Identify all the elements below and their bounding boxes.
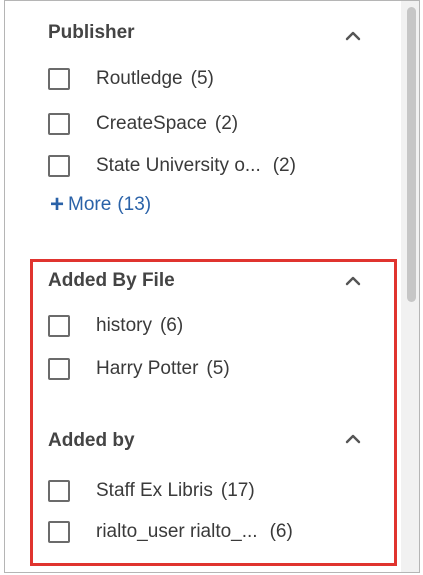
- option-label: Staff Ex Libris: [96, 480, 213, 501]
- option-count: (6): [159, 315, 184, 336]
- facet-option-history[interactable]: history (6): [48, 311, 183, 341]
- checkbox[interactable]: [48, 113, 70, 135]
- more-count: (13): [117, 194, 152, 215]
- facet-option-routledge[interactable]: Routledge (5): [48, 64, 214, 94]
- option-count: (5): [190, 68, 214, 89]
- option-count: (2): [214, 113, 239, 134]
- chevron-up-icon[interactable]: [344, 431, 362, 445]
- facet-option-rialto-user[interactable]: rialto_user rialto_... (6): [48, 517, 293, 547]
- more-publishers-link[interactable]: + More (13): [50, 191, 152, 218]
- chevron-up-icon[interactable]: [344, 273, 362, 287]
- option-count: (2): [272, 155, 296, 176]
- checkbox[interactable]: [48, 358, 70, 380]
- scrollbar[interactable]: [401, 1, 419, 572]
- checkbox[interactable]: [48, 480, 70, 502]
- option-label: State University o...: [96, 155, 261, 176]
- facet-sidebar: Publisher Routledge (5) CreateSpace (2) …: [4, 0, 420, 573]
- option-label: Routledge: [96, 68, 183, 89]
- option-count: (6): [269, 521, 293, 542]
- facet-title-added-by-file: Added By File: [48, 270, 175, 291]
- option-label: history: [96, 315, 152, 336]
- facet-title-publisher: Publisher: [48, 22, 135, 43]
- facet-title-added-by: Added by: [48, 430, 135, 451]
- option-label: Harry Potter: [96, 358, 199, 379]
- option-count: (17): [220, 480, 255, 501]
- option-count: (5): [206, 358, 230, 379]
- checkbox[interactable]: [48, 521, 70, 543]
- checkbox[interactable]: [48, 68, 70, 90]
- facet-panel: Publisher Routledge (5) CreateSpace (2) …: [5, 1, 400, 572]
- scrollbar-thumb[interactable]: [407, 7, 416, 302]
- checkbox[interactable]: [48, 155, 70, 177]
- facet-option-createspace[interactable]: CreateSpace (2): [48, 109, 238, 139]
- plus-icon: +: [50, 191, 65, 218]
- more-label: More: [68, 194, 112, 215]
- option-label: CreateSpace: [96, 113, 207, 134]
- facet-option-state-university[interactable]: State University o... (2): [48, 151, 296, 181]
- facet-option-harry-potter[interactable]: Harry Potter (5): [48, 354, 230, 384]
- facet-option-staff-ex-libris[interactable]: Staff Ex Libris (17): [48, 476, 255, 506]
- chevron-up-icon[interactable]: [344, 28, 362, 42]
- checkbox[interactable]: [48, 315, 70, 337]
- option-label: rialto_user rialto_...: [96, 521, 258, 542]
